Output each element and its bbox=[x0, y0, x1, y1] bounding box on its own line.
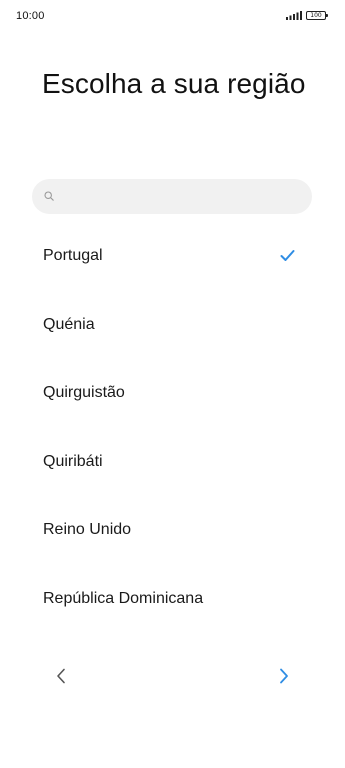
status-bar: 10:00 100 bbox=[0, 0, 345, 32]
region-item-portugal[interactable]: Portugal bbox=[0, 222, 345, 291]
page-title: Escolha a sua região bbox=[42, 68, 306, 99]
region-item-republica-dominicana[interactable]: República Dominicana bbox=[0, 565, 345, 634]
next-button[interactable] bbox=[268, 660, 300, 692]
region-item-quirguistao[interactable]: Quirguistão bbox=[0, 359, 345, 428]
region-label: Quirguistão bbox=[43, 384, 125, 402]
battery-level: 100 bbox=[310, 11, 322, 19]
region-item-quenia[interactable]: Quénia bbox=[0, 291, 345, 360]
region-list: Portugal Quénia Quirguistão Quiribáti Re… bbox=[0, 222, 345, 633]
region-label: Reino Unido bbox=[43, 521, 132, 539]
region-label: Quiribáti bbox=[43, 452, 103, 470]
status-icons: 100 bbox=[286, 11, 328, 20]
region-item-reino-unido[interactable]: Reino Unido bbox=[0, 496, 345, 565]
search-input[interactable] bbox=[58, 179, 298, 214]
status-time: 10:00 bbox=[16, 10, 45, 22]
search-box[interactable] bbox=[32, 179, 312, 214]
region-label: República Dominicana bbox=[43, 589, 204, 607]
chevron-left-icon bbox=[57, 668, 65, 684]
region-label: Portugal bbox=[43, 247, 103, 265]
back-button[interactable] bbox=[45, 660, 77, 692]
search-icon bbox=[44, 191, 54, 201]
region-label: Quénia bbox=[43, 315, 95, 333]
check-icon bbox=[280, 250, 295, 262]
chevron-right-icon bbox=[280, 668, 288, 684]
signal-icon bbox=[286, 11, 302, 20]
battery-icon: 100 bbox=[306, 11, 328, 20]
region-item-quiribati[interactable]: Quiribáti bbox=[0, 428, 345, 497]
